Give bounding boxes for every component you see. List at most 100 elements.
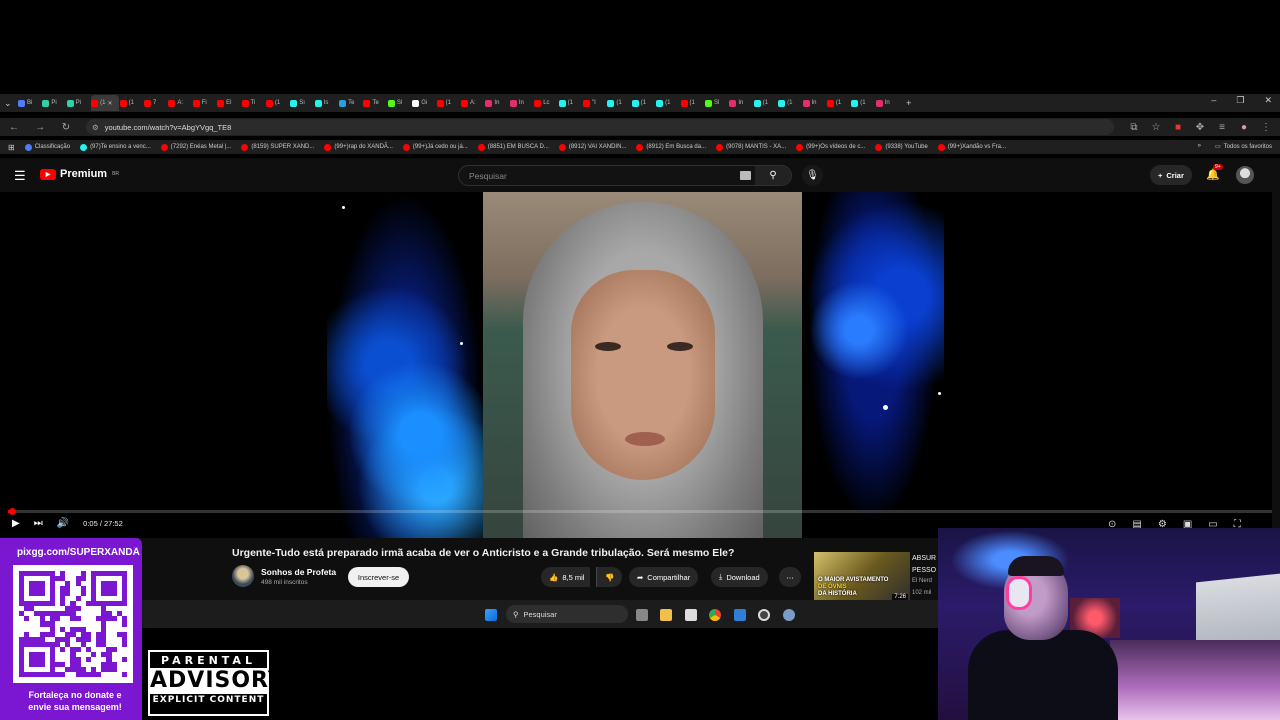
browser-tab[interactable]: (1 xyxy=(680,95,705,111)
youtube-logo[interactable]: ▶ Premium BR xyxy=(40,168,119,180)
browser-tab[interactable]: (1 xyxy=(607,95,631,111)
bookmark-item[interactable]: (99+)rap do XANDÃ... xyxy=(324,143,393,151)
browser-tab[interactable]: Gi xyxy=(412,95,436,111)
profile-icon[interactable]: ● xyxy=(1238,122,1250,133)
more-actions-button[interactable]: ⋯ xyxy=(779,567,801,587)
apps-icon[interactable]: ⊞ xyxy=(8,143,15,152)
progress-bar[interactable] xyxy=(8,508,1272,515)
download-button[interactable]: ⤓ Download xyxy=(711,567,768,587)
bookmark-item[interactable]: Classificação xyxy=(24,143,70,151)
account-avatar[interactable] xyxy=(1236,166,1254,184)
recommended-thumbnail[interactable]: O MAIOR AVISTAMENTO DE ÓVNIS DA HISTÓRIA… xyxy=(814,552,910,602)
reload-icon[interactable]: ↻ xyxy=(60,122,72,133)
start-icon[interactable] xyxy=(485,609,497,621)
browser-tab[interactable]: (1 xyxy=(631,95,656,111)
bookmark-item[interactable]: (99+)Xandão vs Fra... xyxy=(937,143,1006,151)
next-icon[interactable]: ⏭ xyxy=(34,518,43,529)
file-explorer-icon[interactable] xyxy=(660,609,672,621)
bookmark-item[interactable]: (99+)Os vídeos de c... xyxy=(796,143,865,151)
browser-tab[interactable]: (1 xyxy=(558,95,583,111)
scrubber-handle[interactable] xyxy=(8,508,16,515)
browser-tab[interactable]: A: xyxy=(168,95,192,111)
bookmark-item[interactable]: (8912) Em Busca da... xyxy=(636,143,706,151)
browser-tab[interactable]: In xyxy=(802,95,827,111)
menu-hamburger-icon[interactable]: ☰ xyxy=(14,168,26,184)
bookmark-item[interactable]: (99+)Já cedo ou já... xyxy=(402,143,468,151)
create-button[interactable]: + Criar xyxy=(1150,165,1192,185)
subscribe-button[interactable]: Inscrever-se xyxy=(348,567,409,587)
volume-icon[interactable]: 🔊 xyxy=(57,518,69,529)
browser-tab[interactable]: Pi xyxy=(42,95,66,111)
browser-tab[interactable]: (1 xyxy=(778,95,802,111)
browser-tab[interactable]: Lc xyxy=(534,95,558,111)
browser-tab[interactable]: "I xyxy=(582,95,607,111)
browser-tab[interactable]: Sı xyxy=(290,95,314,111)
browser-tab[interactable]: Bi xyxy=(18,95,42,111)
browser-tab[interactable]: In xyxy=(509,95,534,111)
browser-tab[interactable]: A: xyxy=(461,95,485,111)
share-button[interactable]: ➦ Compartilhar xyxy=(629,567,699,587)
minimize-icon[interactable]: – xyxy=(1211,95,1216,106)
store-icon[interactable] xyxy=(685,609,697,621)
channel-avatar[interactable] xyxy=(232,565,254,587)
browser-tab[interactable]: In xyxy=(729,95,753,111)
browser-tab[interactable]: Te xyxy=(363,95,387,111)
browser-tab[interactable]: (1 xyxy=(119,95,144,111)
like-button[interactable]: 👍 8,5 mil xyxy=(541,567,591,587)
browser-tab[interactable]: In xyxy=(875,95,900,111)
browser-tab[interactable]: (1 xyxy=(826,95,851,111)
browser-tab[interactable]: Te xyxy=(339,95,363,111)
browser-tab[interactable]: (1 xyxy=(265,95,290,111)
browser-tab[interactable]: 7 xyxy=(143,95,168,111)
bookmarks-more-button[interactable]: » xyxy=(1198,143,1201,150)
search-input[interactable]: Pesquisar xyxy=(469,171,507,181)
settings-app-icon[interactable] xyxy=(783,609,795,621)
search-box[interactable]: Pesquisar ⚲ xyxy=(458,165,792,186)
browser-tab[interactable]: (1 xyxy=(851,95,875,111)
browser-tab[interactable]: (1 xyxy=(436,95,461,111)
browser-tab[interactable]: Pi xyxy=(66,95,91,111)
back-icon[interactable]: ← xyxy=(8,122,20,133)
bookmark-item[interactable]: (9078) MANTIS - XA... xyxy=(716,143,786,151)
taskbar-search[interactable]: ⚲ Pesquisar xyxy=(506,605,628,623)
obs-icon[interactable] xyxy=(758,609,770,621)
close-window-icon[interactable]: ✕ xyxy=(1264,95,1272,106)
browser-tab[interactable]: (1 xyxy=(656,95,680,111)
app-icon[interactable] xyxy=(734,609,746,621)
extension-red-icon[interactable]: ■ xyxy=(1172,122,1184,133)
tab-close-icon[interactable]: ✕ xyxy=(108,100,113,107)
browser-tab[interactable]: In xyxy=(485,95,509,111)
recommended-info[interactable]: ABSUR PESSO El Nerd 102 mil xyxy=(912,553,936,599)
new-tab-button[interactable]: + xyxy=(906,98,911,108)
media-icon[interactable]: ≡ xyxy=(1216,122,1228,133)
browser-tab[interactable]: Fi xyxy=(192,95,217,111)
install-icon[interactable]: ⧉ xyxy=(1128,122,1140,133)
browser-tab[interactable]: (1 xyxy=(753,95,778,111)
browser-tab[interactable]: Sl xyxy=(387,95,412,111)
bookmark-item[interactable]: (9338) YouTube xyxy=(875,143,928,151)
video-player[interactable] xyxy=(0,192,1272,538)
tab-search-icon[interactable]: ⌄ xyxy=(4,98,18,109)
browser-tab[interactable]: Ti xyxy=(241,95,266,111)
menu-icon[interactable]: ⋮ xyxy=(1260,122,1272,133)
restore-icon[interactable]: ❐ xyxy=(1236,95,1244,106)
bookmark-star-icon[interactable]: ☆ xyxy=(1150,122,1162,133)
browser-tab[interactable]: (1 ✕ xyxy=(91,95,120,111)
extensions-icon[interactable]: ✥ xyxy=(1194,122,1206,133)
keyboard-icon[interactable] xyxy=(740,171,751,180)
dislike-button[interactable]: 👎 xyxy=(596,567,623,587)
search-button[interactable]: ⚲ xyxy=(755,166,791,185)
bookmark-item[interactable]: (7292) Enéas Metal |... xyxy=(160,143,231,151)
browser-tab[interactable]: Sl xyxy=(704,95,729,111)
bookmark-item[interactable]: (8912) VAI XANDIN... xyxy=(558,143,626,151)
address-bar[interactable]: ⚙ youtube.com/watch?v=AbgYVgq_TE8 xyxy=(86,119,1114,135)
voice-search-button[interactable]: 🎙 xyxy=(802,165,823,186)
all-bookmarks-folder[interactable]: ▭ Todos os favoritos xyxy=(1215,143,1272,151)
notifications-button[interactable]: 🔔 9+ xyxy=(1206,164,1223,181)
browser-tab[interactable]: El xyxy=(217,95,241,111)
bookmark-item[interactable]: (8851) EM BUSCA D... xyxy=(477,143,549,151)
bookmark-item[interactable]: (8159) SUPER XAND... xyxy=(241,143,314,151)
task-view-icon[interactable] xyxy=(636,609,648,621)
chrome-icon[interactable] xyxy=(709,609,721,621)
forward-icon[interactable]: → xyxy=(34,122,46,133)
